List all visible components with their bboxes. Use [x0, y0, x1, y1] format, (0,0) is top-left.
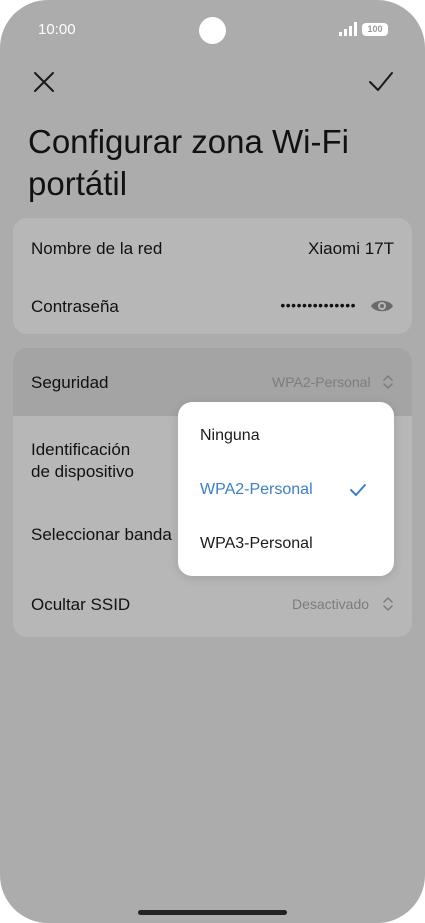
- hide-ssid-row[interactable]: Ocultar SSID Desactivado: [13, 570, 412, 637]
- menu-option-wpa2-personal[interactable]: WPA2-Personal: [200, 481, 313, 499]
- menu-option-ninguna[interactable]: Ninguna: [200, 427, 260, 445]
- up-down-chevron-icon: [383, 375, 393, 389]
- network-name-value: Xiaomi 17T: [308, 239, 394, 258]
- band-label: Seleccionar banda: [31, 525, 172, 544]
- camera-cutout: [199, 17, 226, 44]
- home-indicator[interactable]: [138, 910, 287, 915]
- up-down-chevron-icon: [383, 597, 393, 611]
- security-value: WPA2-Personal: [272, 374, 371, 390]
- selected-check-icon: [350, 484, 366, 496]
- phone-screen: 10:00 100 Configurar zona Wi-Fi portátil…: [0, 0, 425, 923]
- menu-option-wpa3-personal[interactable]: WPA3-Personal: [200, 535, 313, 553]
- security-label: Seguridad: [31, 373, 109, 392]
- security-dropdown-menu: Ninguna WPA2-Personal WPA3-Personal: [178, 402, 394, 576]
- network-name-label: Nombre de la red: [31, 239, 163, 258]
- password-label: Contraseña: [31, 297, 119, 316]
- device-id-label-line2: de dispositivo: [31, 462, 135, 481]
- battery-icon: 100: [362, 23, 388, 36]
- password-value: ••••••••••••••: [280, 297, 356, 313]
- network-name-row[interactable]: Nombre de la red Xiaomi 17T: [13, 218, 412, 276]
- check-icon[interactable]: [367, 68, 395, 96]
- eye-icon[interactable]: [370, 298, 394, 314]
- close-icon[interactable]: [30, 68, 58, 96]
- status-time: 10:00: [38, 21, 76, 38]
- network-card: Nombre de la red Xiaomi 17T Contraseña •…: [13, 218, 412, 334]
- hide-ssid-value: Desactivado: [292, 596, 370, 612]
- device-id-label-line1: Identificación: [31, 440, 131, 459]
- password-row[interactable]: Contraseña ••••••••••••••: [13, 276, 412, 334]
- page-title: Configurar zona Wi-Fi portátil: [28, 123, 349, 202]
- hide-ssid-label: Ocultar SSID: [31, 595, 131, 614]
- signal-icon: [339, 22, 357, 36]
